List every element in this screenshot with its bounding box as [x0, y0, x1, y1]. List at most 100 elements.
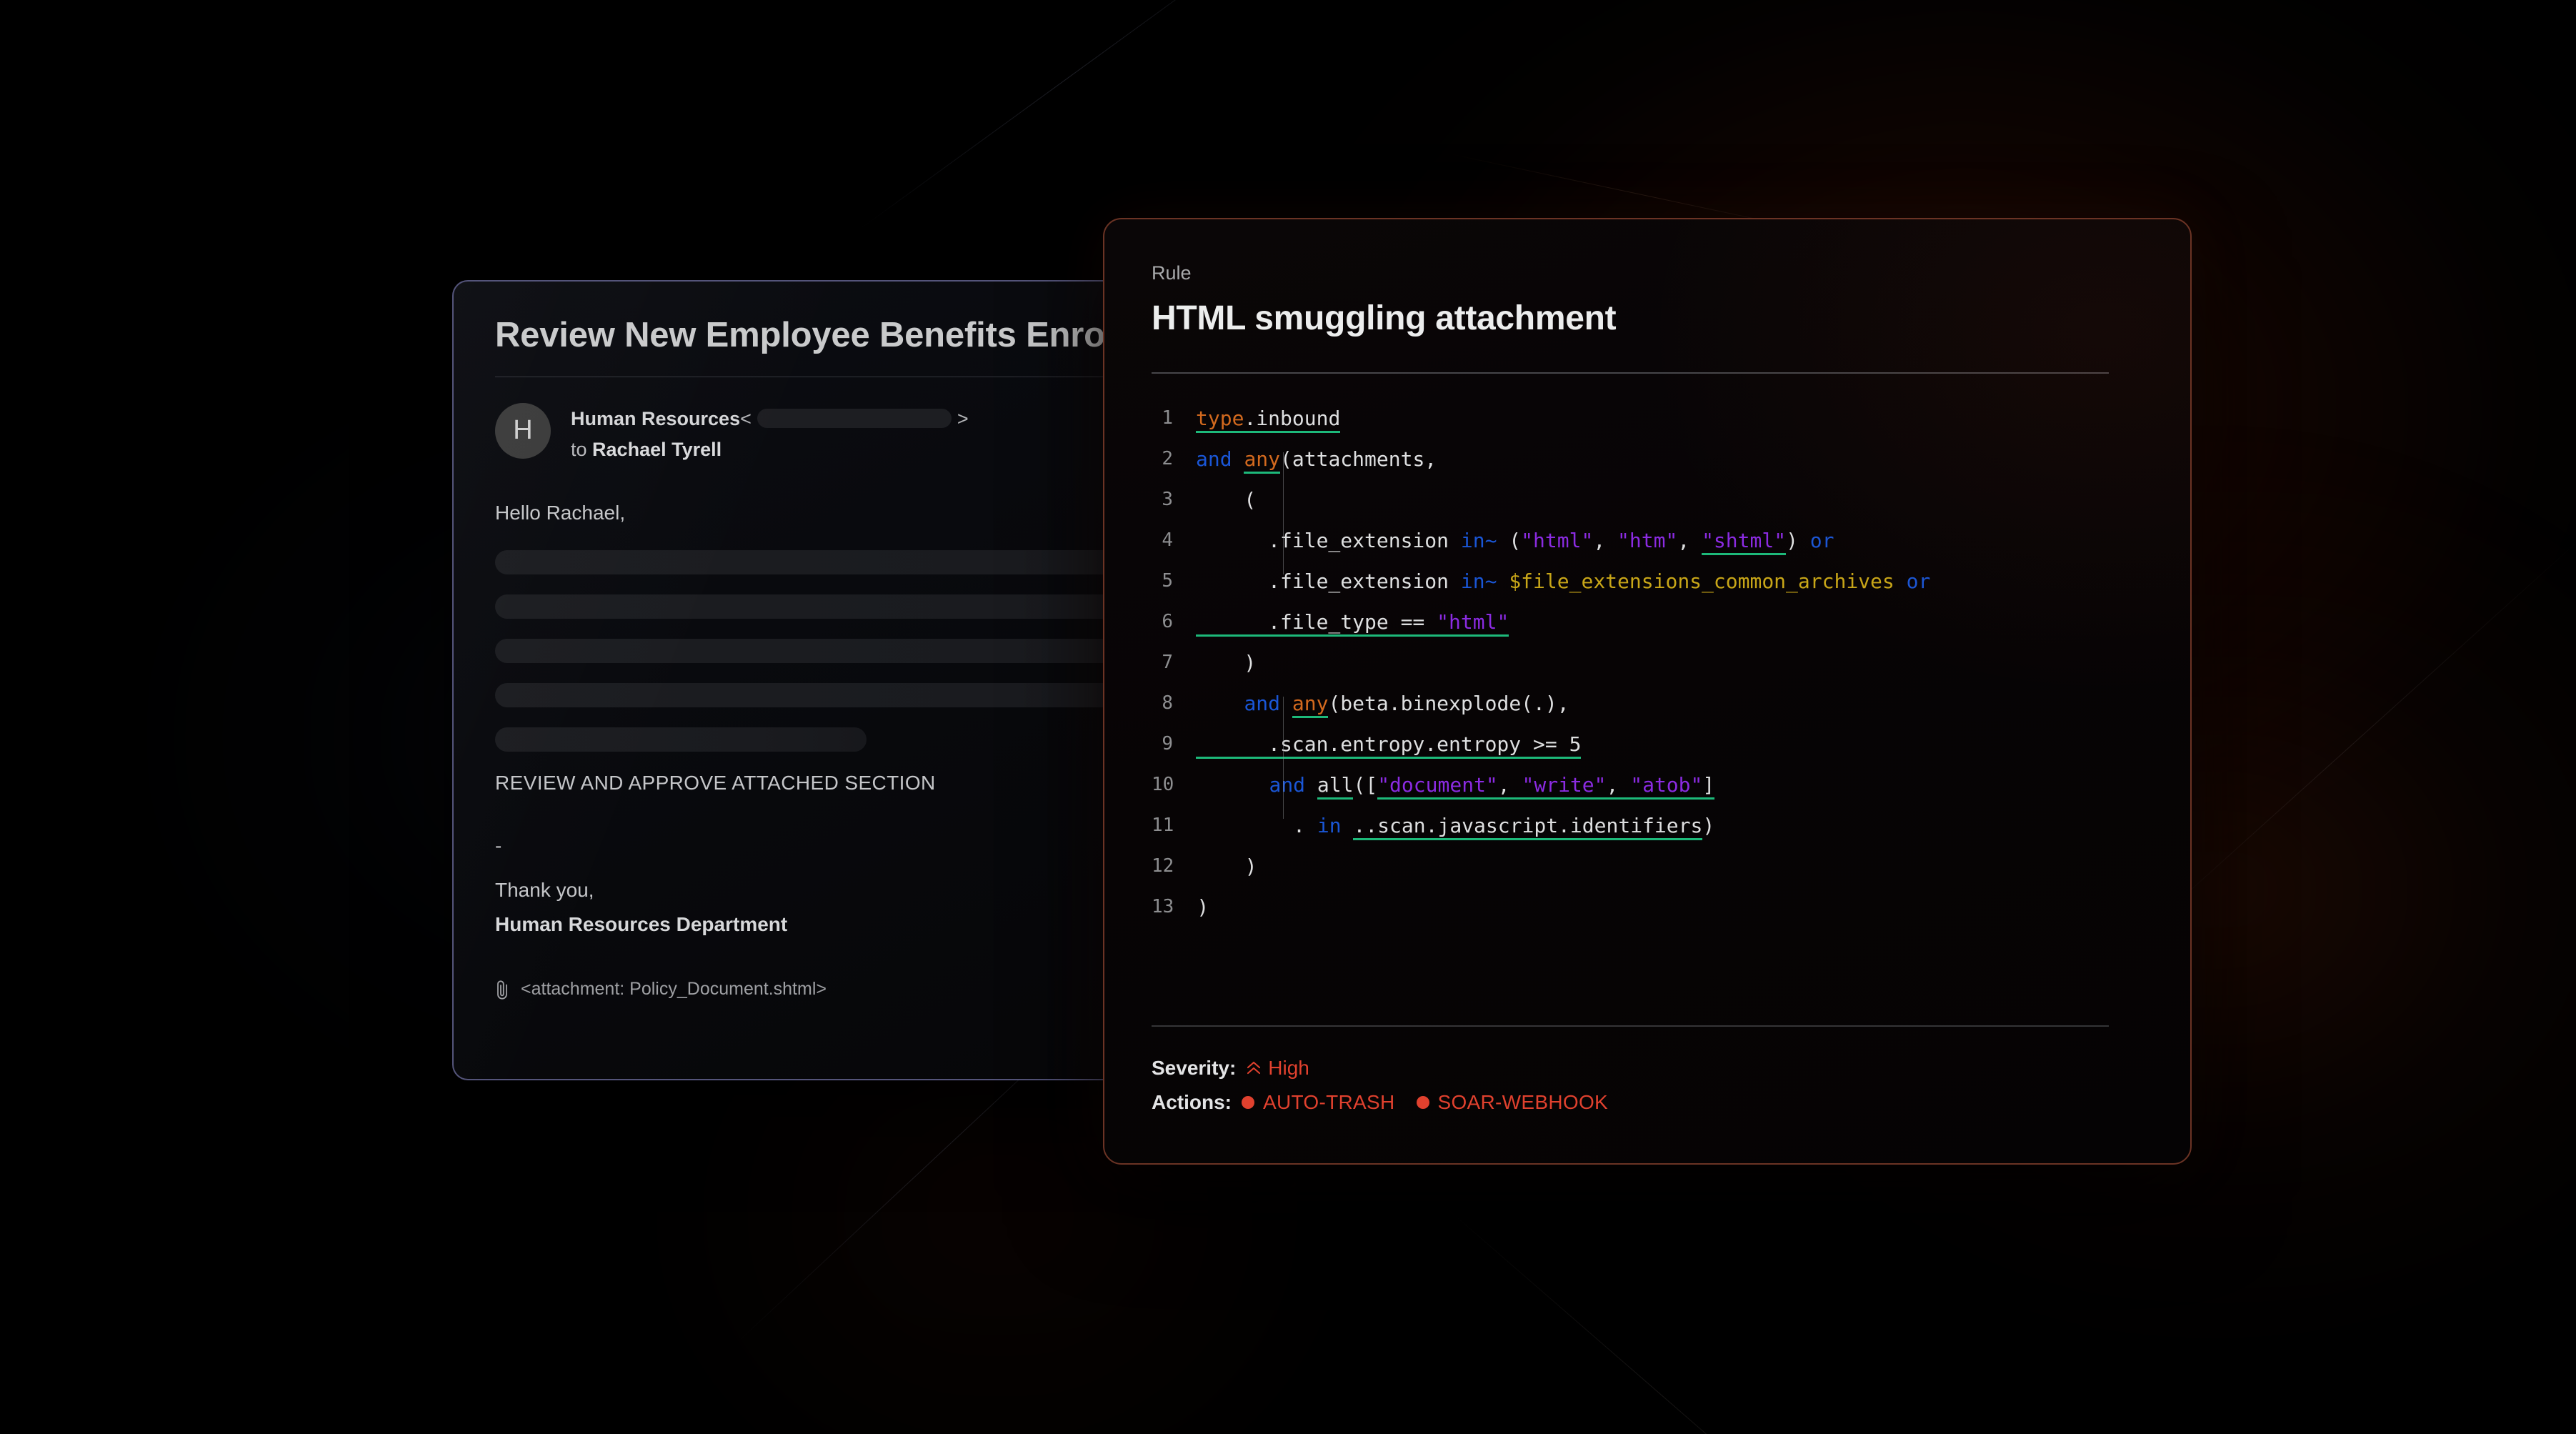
rule-code-block: 1 type.inbound 2 and any(attachments, 3 (4 .… [1152, 398, 2143, 927]
code-token: or [1809, 529, 1834, 552]
code-line: 3 ( [1152, 479, 2143, 520]
code-line-text: . in ..scan.javascript.identifiers) [1197, 805, 1714, 846]
code-token: (attachments, [1280, 447, 1437, 471]
status-badge: High [1246, 1057, 1309, 1080]
action-chip[interactable]: AUTO-TRASH [1242, 1091, 1395, 1114]
code-token: and [1196, 447, 1232, 471]
email-body: Hello Rachael, REVIEW AND APPROVE ATTACH… [495, 501, 1217, 1000]
rule-header-divider [1152, 372, 2109, 374]
action-label: SOAR-WEBHOOK [1437, 1091, 1609, 1113]
attachment-filename: <attachment: Policy_Document.shtml> [521, 979, 827, 1000]
code-token: ) [1196, 651, 1257, 674]
redacted-body-line [495, 727, 867, 752]
code-line-text: type.inbound [1196, 398, 1340, 439]
code-line: 7 ) [1152, 642, 2143, 683]
code-line: 9 .scan.entropy.entropy >= 5 [1152, 724, 2143, 765]
background-streak [850, 0, 1290, 236]
email-attachment-row[interactable]: <attachment: Policy_Document.shtml> [495, 979, 1188, 1000]
email-separator-dash: - [495, 834, 502, 857]
rule-footer: Severity: High Actions: AUTO-TRASH SOAR-… [1152, 1057, 1608, 1125]
code-token: "html" [1437, 610, 1509, 637]
code-line-text: and any(beta.binexplode(.), [1196, 683, 1569, 724]
action-label: AUTO-TRASH [1263, 1091, 1395, 1113]
code-token: ) [1786, 529, 1810, 552]
code-line: 11 . in ..scan.javascript.identifiers) [1152, 805, 2143, 846]
code-token: , [1607, 773, 1631, 800]
code-token: .scan.entropy.entropy >= 5 [1196, 732, 1581, 759]
code-line: 1 type.inbound [1152, 398, 2143, 439]
code-token: "htm" [1617, 529, 1678, 552]
code-line-number: 6 [1162, 611, 1173, 632]
code-token: .file_extension [1196, 529, 1461, 552]
code-token: in~ [1460, 569, 1497, 593]
severity-value: High [1268, 1057, 1309, 1079]
code-token: (beta.binexplode(.), [1328, 692, 1569, 715]
code-line-text: .file_extension in~ $file_extensions_com… [1196, 561, 1930, 602]
code-line-number: 5 [1162, 570, 1173, 592]
code-line-number: 10 [1152, 774, 1174, 795]
code-token: any [1244, 447, 1280, 474]
code-line-number: 3 [1162, 489, 1173, 510]
to-label: to [571, 439, 587, 461]
code-line-number: 13 [1152, 896, 1174, 917]
angle-open: < [740, 407, 752, 429]
code-line-text: and all(["document", "write", "atob"] [1197, 765, 1714, 805]
code-line-text: ( [1196, 479, 1256, 520]
rule-title: HTML smuggling attachment [1152, 299, 1617, 337]
code-token: $file_extensions_common_archives [1509, 569, 1894, 593]
code-line: 8 and any(beta.binexplode(.), [1152, 683, 2143, 724]
double-chevron-up-icon [1246, 1060, 1262, 1077]
code-token: , [1498, 773, 1522, 800]
code-token: ) [1197, 895, 1209, 919]
code-line-text: .scan.entropy.entropy >= 5 [1196, 724, 1581, 765]
code-line-text: ) [1197, 887, 1209, 927]
code-token: ( [1497, 529, 1522, 552]
code-token: ) [1702, 814, 1715, 837]
email-greeting: Hello Rachael, [495, 501, 626, 524]
code-line-text: .file_extension in~ ("html", "htm", "sht… [1196, 520, 1834, 561]
code-token: , [1593, 529, 1618, 552]
avatar: H [495, 402, 551, 459]
code-token: in~ [1460, 529, 1497, 552]
code-token: .file_type == [1196, 610, 1437, 637]
email-recipient-line: to Rachael Tyrell [571, 435, 969, 464]
code-token: and [1269, 773, 1306, 797]
paperclip-icon [495, 979, 511, 1000]
rule-footer-divider [1152, 1025, 2109, 1027]
action-chip[interactable]: SOAR-WEBHOOK [1416, 1091, 1609, 1114]
code-token: any [1292, 692, 1329, 718]
action-status-dot [1416, 1096, 1429, 1109]
code-line-text: .file_type == "html" [1196, 602, 1509, 642]
actions-list: AUTO-TRASH SOAR-WEBHOOK [1242, 1091, 1608, 1114]
code-line-number: 9 [1162, 733, 1173, 755]
action-status-dot [1242, 1096, 1254, 1109]
code-token: all [1317, 773, 1354, 800]
actions-row: Actions: AUTO-TRASH SOAR-WEBHOOK [1152, 1091, 1608, 1114]
code-token: ) [1197, 855, 1257, 878]
redacted-body-block [495, 549, 1217, 752]
code-line: 12 ) [1152, 846, 2143, 887]
code-line: 10 and all(["document", "write", "atob"] [1152, 765, 2143, 805]
email-signoff-name: Human Resources Department [495, 912, 788, 935]
code-line-text: ) [1196, 642, 1256, 683]
severity-label: Severity: [1152, 1057, 1237, 1079]
code-token: "document" [1377, 773, 1498, 800]
email-meta-row: H Human Resources< > to Rachael Tyrell [495, 402, 1188, 464]
code-token: ([ [1353, 773, 1378, 797]
code-token: "html" [1521, 529, 1594, 552]
code-token: "write" [1522, 773, 1607, 800]
code-line-text: and any(attachments, [1196, 439, 1437, 479]
code-token: , [1677, 529, 1702, 552]
code-token: in [1317, 814, 1342, 837]
background-streak [1421, 1186, 1907, 1434]
code-line: 2 and any(attachments, [1152, 439, 2143, 479]
code-line: 13) [1152, 887, 2143, 927]
email-section-heading: REVIEW AND APPROVE ATTACHED SECTION [495, 771, 936, 794]
